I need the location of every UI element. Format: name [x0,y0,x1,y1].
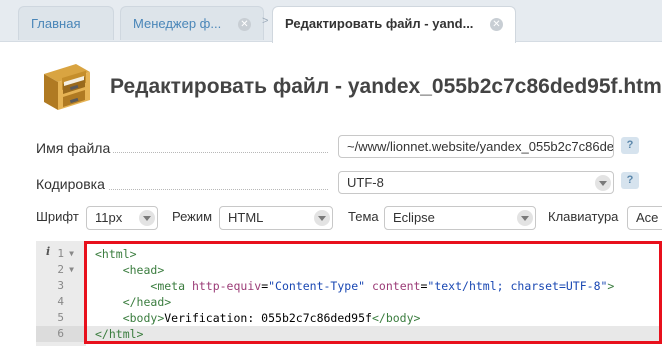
tab-home[interactable]: Главная [18,6,114,40]
line-number: 4 [57,295,64,308]
help-icon[interactable]: ? [621,137,639,154]
tab-bar: Главная Менеджер ф... ✕ > Редактировать … [0,0,662,43]
font-select[interactable]: 11px [86,206,158,230]
line-number: 2 ▼ [57,262,74,278]
close-icon[interactable]: ✕ [490,18,503,31]
tab-edit-file[interactable]: Редактировать файл - yand... ✕ [272,6,516,43]
line-number: 3 [57,279,64,292]
encoding-label: Кодировка [36,176,108,192]
keyboard-label: Клавиатура [548,209,619,224]
keyboard-select[interactable]: Ace [627,206,662,230]
font-value: 11px [95,210,123,225]
editor-gutter: i 1 ▼ 2 ▼ 3 4 5 6 [36,241,86,346]
keyboard-value: Ace [636,210,659,225]
tab-file-manager-label: Менеджер ф... [133,16,222,31]
encoding-value: UTF-8 [347,175,384,190]
line-number: 6 [36,326,86,342]
mode-value: HTML [228,210,264,225]
mode-select[interactable]: HTML [219,206,333,230]
fold-arrow-icon[interactable]: ▼ [69,246,74,262]
chevron-down-icon [314,210,330,226]
chevron-down-icon [595,175,611,191]
line-number: 5 [57,311,64,324]
filename-label: Имя файла [36,140,114,156]
theme-value: Eclipse [393,210,435,225]
help-icon[interactable]: ? [621,172,639,189]
font-label: Шрифт [36,209,79,224]
chevron-down-icon [139,210,155,226]
chevron-down-icon [517,210,533,226]
theme-select[interactable]: Eclipse [384,206,536,230]
highlight-box [84,241,662,344]
file-cabinet-icon [36,60,96,112]
chevron-right-icon: > [262,15,269,27]
mode-label: Режим [172,209,213,224]
fold-arrow-icon[interactable]: ▼ [69,262,74,278]
close-icon[interactable]: ✕ [238,18,251,31]
page-title: Редактировать файл - yandex_055b2c7c86de… [110,75,662,98]
tab-file-manager[interactable]: Менеджер ф... ✕ [120,6,264,40]
tab-home-label: Главная [31,16,81,31]
tab-edit-file-label: Редактировать файл - yand... [285,16,474,31]
filename-input[interactable]: ~/www/lionnet.website/yandex_055b2c7c86d… [338,135,614,158]
line-number: 1 ▼ [57,246,74,262]
encoding-select[interactable]: UTF-8 [338,171,614,194]
theme-label: Тема [348,209,379,224]
